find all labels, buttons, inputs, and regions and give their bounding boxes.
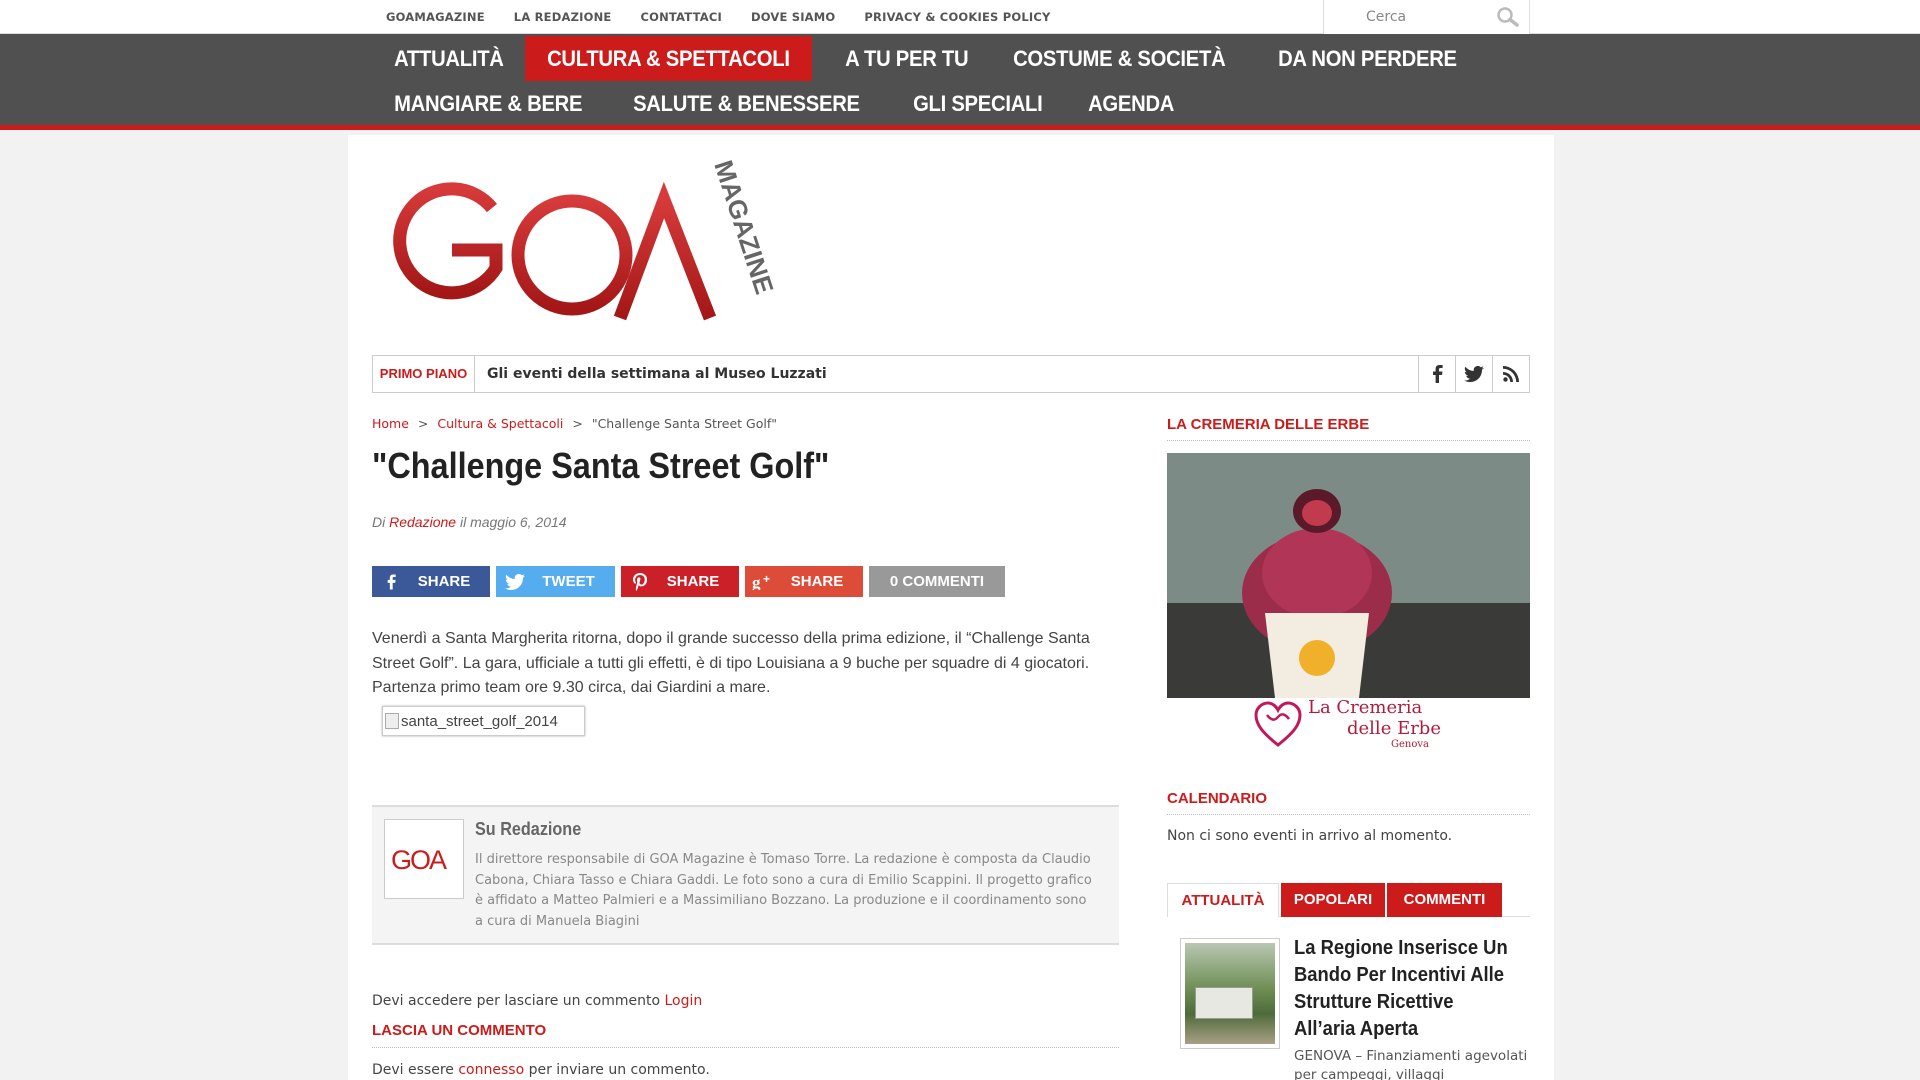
rss-icon[interactable] [1492,356,1529,392]
breadcrumb-separator: > [572,416,583,431]
article-image-alt: santa_street_golf_2014 [401,712,558,730]
must-login-prefix: Devi essere [372,1062,454,1078]
ad-brand-line-3: Genova [1391,739,1429,750]
news-thumbnail-image [1185,943,1275,1044]
logo-magazine-text: MAGAZINE [708,160,779,298]
pinterest-icon [625,566,655,597]
nav-item-costume-societa[interactable]: COSTUME & SOCIETÀ [991,36,1248,81]
ticker-label: PRIMO PIANO [373,356,475,392]
nav-item-a-tu-per-tu[interactable]: A TU PER TU [823,36,990,81]
sidebar-ad-heading: LA CREMERIA DELLE ERBE [1167,416,1530,441]
main-nav: ATTUALITÀ CULTURA & SPETTACOLI A TU PER … [0,34,1920,130]
nav-item-gli-speciali[interactable]: GLI SPECIALI [891,81,1065,126]
author-name: Su Redazione [475,819,582,839]
facebook-share-label: SHARE [417,573,471,590]
byline-prefix: Di [372,514,386,530]
nav-item-cultura-spettacoli[interactable]: CULTURA & SPETTACOLI [525,36,812,81]
main-nav-row-1: ATTUALITÀ CULTURA & SPETTACOLI A TU PER … [372,36,1484,81]
must-login-notice: Devi essere connesso per inviare un comm… [372,1062,710,1078]
facebook-icon[interactable] [1418,356,1455,392]
breadcrumb: Home > Cultura & Spettacoli > "Challenge San… [372,416,777,431]
author-bio: Il direttore responsabile di GOA Magazin… [475,852,1092,929]
news-thumbnail[interactable] [1180,938,1280,1049]
cremeria-ad-banner[interactable]: La Cremeria delle Erbe Genova [1167,453,1530,752]
top-link-dove-siamo[interactable]: DOVE SIAMO [751,10,835,24]
main-nav-row-2: MANGIARE & BERE SALUTE & BENESSERE GLI S… [372,81,1193,126]
login-link[interactable]: Login [665,993,703,1009]
twitter-tweet-label: TWEET [542,573,595,590]
svg-text:g: g [752,574,761,590]
tab-commenti[interactable]: COMMENTI [1387,883,1502,917]
nav-item-da-non-perdere[interactable]: DA NON PERDERE [1256,36,1479,81]
google-plus-icon: g + [749,566,779,597]
ticker-headline[interactable]: Gli eventi della settimana al Museo Luzz… [487,356,827,392]
top-link-redazione[interactable]: LA REDAZIONE [514,10,612,24]
share-buttons: SHARE TWEET SHARE g + SHARE 0 COMMENTI [372,566,1011,597]
social-links [1418,356,1529,392]
top-link-contattaci[interactable]: CONTATTACI [640,10,721,24]
connesso-link[interactable]: connesso [458,1062,524,1078]
nav-item-salute-benessere[interactable]: SALUTE & BENESSERE [611,81,882,126]
article-body: Venerdì a Santa Margherita ritorna, dopo… [372,630,1090,696]
ad-brand-line-1: La Cremeria [1308,697,1423,718]
must-login-suffix: per inviare un commento. [528,1062,710,1078]
comments-count-button[interactable]: 0 COMMENTI [869,566,1005,597]
twitter-icon [500,566,530,597]
nav-item-mangiare-bere[interactable]: MANGIARE & BERE [372,81,604,126]
facebook-icon [376,566,406,597]
sidebar-tabs: ATTUALITÀ POPOLARI COMMENTI [1167,883,1530,917]
search-input[interactable] [1366,7,1486,27]
top-link-privacy[interactable]: PRIVACY & COOKIES POLICY [864,10,1050,24]
top-bar: GOAMAGAZINE LA REDAZIONE CONTATTACI DOVE… [0,0,1920,34]
twitter-icon[interactable] [1455,356,1492,392]
cremeria-heart-logo-icon [1253,699,1303,752]
tab-attualita[interactable]: ATTUALITÀ [1167,883,1279,917]
search-icon[interactable] [1495,6,1521,28]
login-prompt-text: Devi accedere per lasciare un commento [372,993,661,1009]
login-prompt: Devi accedere per lasciare un commento L… [372,993,702,1009]
article-title: "Challenge Santa Street Golf" [372,445,830,486]
pinterest-share-label: SHARE [666,573,720,590]
tab-popolari[interactable]: POPOLARI [1281,883,1385,917]
calendar-empty-text: Non ci sono eventi in arrivo al momento. [1167,828,1453,844]
top-links: GOAMAGAZINE LA REDAZIONE CONTATTACI DOVE… [386,0,1080,34]
google-plus-share-label: SHARE [790,573,844,590]
news-title-link[interactable]: La Regione Inserisce Un Bando Per Incent… [1294,935,1511,1043]
breadcrumb-home[interactable]: Home [372,416,409,431]
facebook-share-button[interactable]: SHARE [372,566,490,597]
google-plus-share-button[interactable]: g + SHARE [745,566,863,597]
primo-piano-ticker: PRIMO PIANO Gli eventi della settimana a… [372,355,1530,393]
nav-item-attualita[interactable]: ATTUALITÀ [372,36,526,81]
top-link-goamagazine[interactable]: GOAMAGAZINE [386,10,485,24]
leave-comment-heading: LASCIA UN COMMENTO [372,1022,1119,1048]
author-avatar: GOA [384,819,464,899]
breadcrumb-separator: > [417,416,429,431]
svg-text:+: + [763,574,770,586]
ad-brand-line-2: delle Erbe [1347,718,1441,739]
ad-photo [1167,453,1530,698]
broken-image-icon [385,713,399,729]
article-byline: Di Redazione il maggio 6, 2014 [372,514,567,530]
search-box [1323,0,1530,34]
avatar-logo-text: GOA [391,845,447,874]
sidebar-calendar-heading: CALENDARIO [1167,790,1530,815]
breadcrumb-current: "Challenge Santa Street Golf" [591,416,778,431]
news-excerpt: GENOVA – Finanziamenti agevolati per cam… [1294,1048,1528,1080]
site-logo[interactable]: MAGAZINE [372,157,792,330]
author-box: GOA Su Redazione Il direttore responsabi… [372,805,1119,945]
nav-item-agenda[interactable]: AGENDA [1066,81,1196,126]
breadcrumb-section[interactable]: Cultura & Spettacoli [437,416,563,431]
byline-date: il maggio 6, 2014 [459,514,567,530]
twitter-tweet-button[interactable]: TWEET [496,566,615,597]
article-image-placeholder: santa_street_golf_2014 [382,706,585,736]
pinterest-share-button[interactable]: SHARE [621,566,739,597]
byline-author-link[interactable]: Redazione [389,514,456,530]
